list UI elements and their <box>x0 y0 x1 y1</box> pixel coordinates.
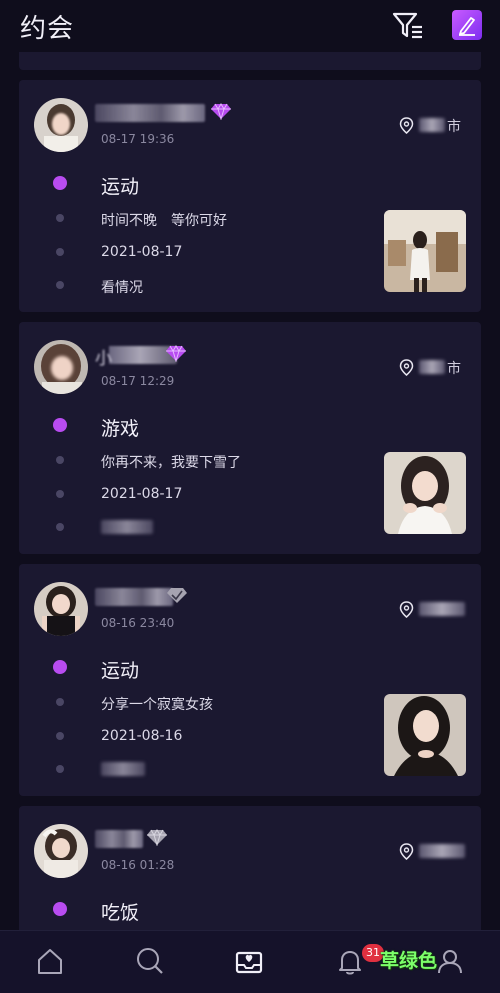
post-message: 你再不来，我要下雪了 <box>101 455 241 471</box>
edit-pencil-icon <box>459 17 475 36</box>
date-value: 2021-08-17 <box>101 486 183 502</box>
date-inbox-icon[interactable] <box>233 945 265 977</box>
activity-dot <box>53 660 67 674</box>
post-time: 08-17 12:29 <box>101 374 175 388</box>
previous-card-edge <box>19 52 481 70</box>
date-post-card[interactable]: 08-17 19:36 市 运动 时间不晚 等你可好 2021-08-17 看情… <box>19 80 481 312</box>
bullet-dot <box>56 248 64 256</box>
avatar[interactable] <box>34 98 88 152</box>
activity-dot <box>53 176 67 190</box>
home-icon[interactable] <box>34 945 66 977</box>
bullet-dot <box>56 732 64 740</box>
top-bar: 约会 <box>0 0 500 52</box>
activity-type: 运动 <box>101 660 140 682</box>
post-photo[interactable] <box>384 694 466 776</box>
date-value: 2021-08-17 <box>101 244 183 260</box>
filter-icon[interactable] <box>390 8 426 44</box>
date-value: 2021-08-16 <box>101 728 183 744</box>
location-pin-icon <box>399 601 414 618</box>
dating-feed[interactable]: 08-17 19:36 市 运动 时间不晚 等你可好 2021-08-17 看情… <box>0 52 500 930</box>
activity-type: 运动 <box>101 176 140 198</box>
location <box>399 842 469 862</box>
post-message: 分享一个寂寞女孩 <box>101 697 213 713</box>
bell-icon[interactable] <box>334 945 366 977</box>
page-title: 约会 <box>20 14 75 44</box>
avatar[interactable] <box>34 340 88 394</box>
watermark-text: 草绿色 <box>380 950 438 972</box>
location-blurred <box>419 602 465 616</box>
bullet-dot <box>56 456 64 464</box>
profile-icon[interactable] <box>434 945 466 977</box>
bullet-dot <box>56 281 64 289</box>
grey-diamond-icon <box>147 829 167 846</box>
location: 市 <box>399 358 469 378</box>
bullet-dot <box>56 765 64 773</box>
username-blurred <box>95 588 173 606</box>
location: 市 <box>399 116 469 136</box>
bullet-dot <box>56 698 64 706</box>
post-message: 时间不晚 等你可好 <box>101 213 227 229</box>
bullet-dot <box>56 214 64 222</box>
location-blurred <box>419 844 465 858</box>
avatar[interactable] <box>34 824 88 878</box>
activity-dot <box>53 902 67 916</box>
post-time: 08-16 01:28 <box>101 858 175 872</box>
date-post-card[interactable]: 08-16 01:28 吃饭 <box>19 806 481 930</box>
post-time: 08-17 19:36 <box>101 132 175 146</box>
username-blurred <box>95 830 143 848</box>
activity-type: 吃饭 <box>101 902 140 924</box>
post-note: 看情况 <box>101 280 143 296</box>
location <box>399 600 469 620</box>
post-note-blurred <box>101 520 153 534</box>
location-blurred <box>419 360 445 374</box>
post-photo[interactable] <box>384 210 466 292</box>
location-blurred <box>419 118 445 132</box>
username-blurred: 小 <box>95 346 177 369</box>
avatar[interactable] <box>34 582 88 636</box>
bullet-dot <box>56 490 64 498</box>
compose-button[interactable] <box>452 10 482 40</box>
location-pin-icon <box>399 359 414 376</box>
activity-dot <box>53 418 67 432</box>
post-note-blurred <box>101 762 145 776</box>
purple-diamond-icon <box>211 103 231 120</box>
bullet-dot <box>56 523 64 531</box>
location-pin-icon <box>399 117 414 134</box>
search-icon[interactable] <box>134 945 166 977</box>
date-post-card[interactable]: 08-16 23:40 运动 分享一个寂寞女孩 2021-08-16 <box>19 564 481 796</box>
purple-diamond-icon <box>166 345 186 362</box>
location-pin-icon <box>399 843 414 860</box>
activity-type: 游戏 <box>101 418 140 440</box>
post-time: 08-16 23:40 <box>101 616 175 630</box>
username-blurred <box>95 104 205 122</box>
post-photo[interactable] <box>384 452 466 534</box>
date-post-card[interactable]: 小 08-17 12:29 市 游戏 你再不来，我要下雪了 2021-08-17 <box>19 322 481 554</box>
grey-diamond-icon <box>167 588 187 603</box>
